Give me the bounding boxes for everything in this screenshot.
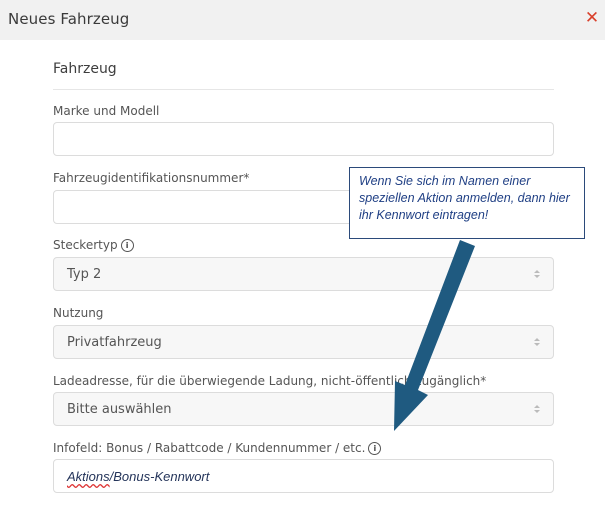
annotation-arrow: [394, 240, 475, 431]
